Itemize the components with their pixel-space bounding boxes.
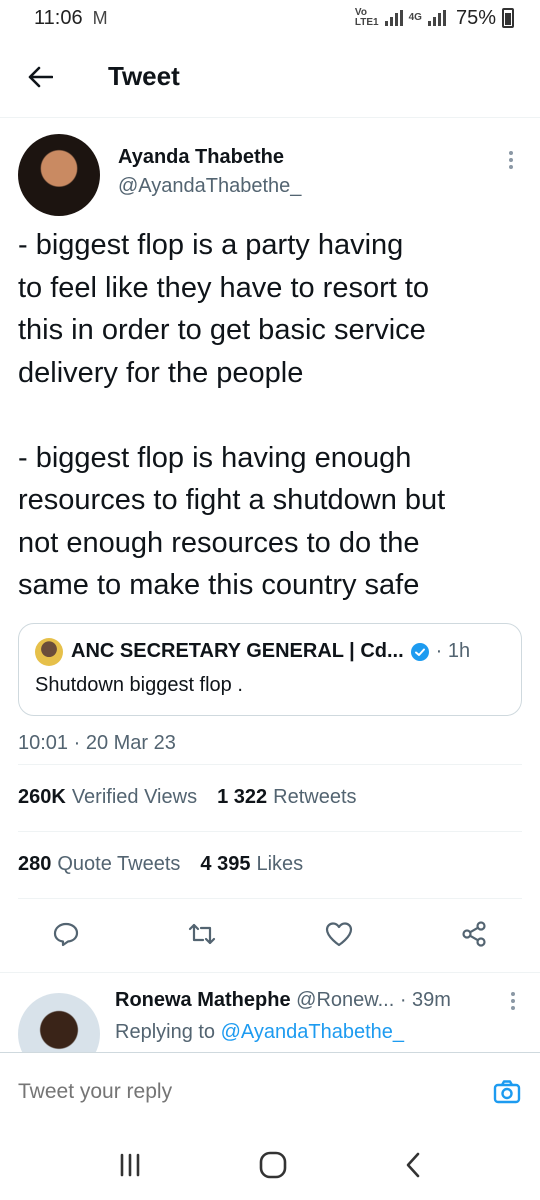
likes-stat[interactable]: 4 395 Likes xyxy=(200,853,303,876)
tweet: Ayanda Thabethe @AyandaThabethe_ - bigge… xyxy=(18,134,522,969)
page-title: Tweet xyxy=(108,61,180,91)
stats-row-2: 280 Quote Tweets 4 395 Likes xyxy=(18,832,522,898)
verified-badge-icon xyxy=(410,642,429,661)
system-nav-bar xyxy=(0,1130,540,1200)
like-icon[interactable] xyxy=(325,921,353,947)
reply-time: · 39m xyxy=(399,989,451,1011)
top-bar: Tweet xyxy=(0,36,540,118)
tweet-actions xyxy=(18,899,522,969)
recent-apps-icon[interactable] xyxy=(117,1153,143,1177)
reply-avatar[interactable] xyxy=(18,993,100,1052)
views-stat[interactable]: 260K Verified Views xyxy=(18,786,197,809)
quote-avatar xyxy=(35,637,63,666)
quote-time: · 1h xyxy=(435,640,471,662)
quote-tweets-stat[interactable]: 280 Quote Tweets xyxy=(18,853,180,876)
more-options-button[interactable] xyxy=(508,134,522,175)
more-vertical-icon xyxy=(511,992,515,1010)
camera-icon[interactable] xyxy=(492,1077,522,1107)
author-handle[interactable]: @AyandaThabethe_ xyxy=(118,175,301,198)
retweet-icon[interactable] xyxy=(187,920,217,948)
quote-author: ANC SECRETARY GENERAL | Cd... xyxy=(71,640,404,662)
network-type: 4G xyxy=(408,12,422,23)
reply-compose-bar xyxy=(0,1052,540,1130)
status-indicators: Vo LTE1 4G 75% xyxy=(355,7,514,30)
retweets-stat[interactable]: 1 322 Retweets xyxy=(217,786,356,809)
reply-author-handle: @Ronew... xyxy=(296,989,395,1011)
back-nav-icon[interactable] xyxy=(403,1152,423,1178)
more-vertical-icon xyxy=(509,151,513,169)
reply-item[interactable]: Ronewa Mathephe @Ronew... · 39m Replying… xyxy=(0,972,540,1052)
status-time: 11:06 xyxy=(34,6,83,29)
reply-author-name[interactable]: Ronewa Mathephe xyxy=(115,989,291,1011)
share-icon[interactable] xyxy=(460,920,488,948)
volte-icon: Vo LTE1 xyxy=(354,7,379,28)
battery-percent: 75% xyxy=(455,6,496,29)
reply-more-button[interactable] xyxy=(510,991,516,1016)
author-info: Ayanda Thabethe @AyandaThabethe_ xyxy=(118,134,301,198)
quoted-tweet[interactable]: ANC SECRETARY GENERAL | Cd... · 1h Shutd… xyxy=(18,622,522,716)
replying-to: Replying to @AyandaThabethe_ xyxy=(115,1021,405,1043)
reply-icon[interactable] xyxy=(52,920,80,948)
battery-icon xyxy=(502,8,514,28)
status-bar: 11:06 M Vo LTE1 4G 75% xyxy=(0,0,540,36)
arrow-left-icon xyxy=(28,66,53,87)
quote-text: Shutdown biggest flop . xyxy=(35,673,243,696)
stats-row-1: 260K Verified Views 1 322 Retweets xyxy=(18,765,522,831)
tweet-timestamp: 10:01 · 20 Mar 23 xyxy=(18,731,176,754)
tweet-author-row: Ayanda Thabethe @AyandaThabethe_ xyxy=(18,134,522,218)
tweet-text: - biggest flop is a party having to feel… xyxy=(18,229,446,601)
quoted-tweet-header: ANC SECRETARY GENERAL | Cd... · 1h xyxy=(35,637,505,666)
back-button[interactable] xyxy=(0,36,80,118)
gmail-icon: M xyxy=(92,7,108,28)
signal-icon xyxy=(384,10,403,26)
reply-input[interactable] xyxy=(18,1079,492,1104)
author-name[interactable]: Ayanda Thabethe xyxy=(118,146,301,169)
home-icon[interactable] xyxy=(258,1150,288,1180)
reply-header: Ronewa Mathephe @Ronew... · 39m xyxy=(115,989,451,1012)
replying-to-mention[interactable]: @AyandaThabethe_ xyxy=(221,1021,404,1043)
author-avatar[interactable] xyxy=(18,134,100,216)
signal-icon-2 xyxy=(427,10,446,26)
